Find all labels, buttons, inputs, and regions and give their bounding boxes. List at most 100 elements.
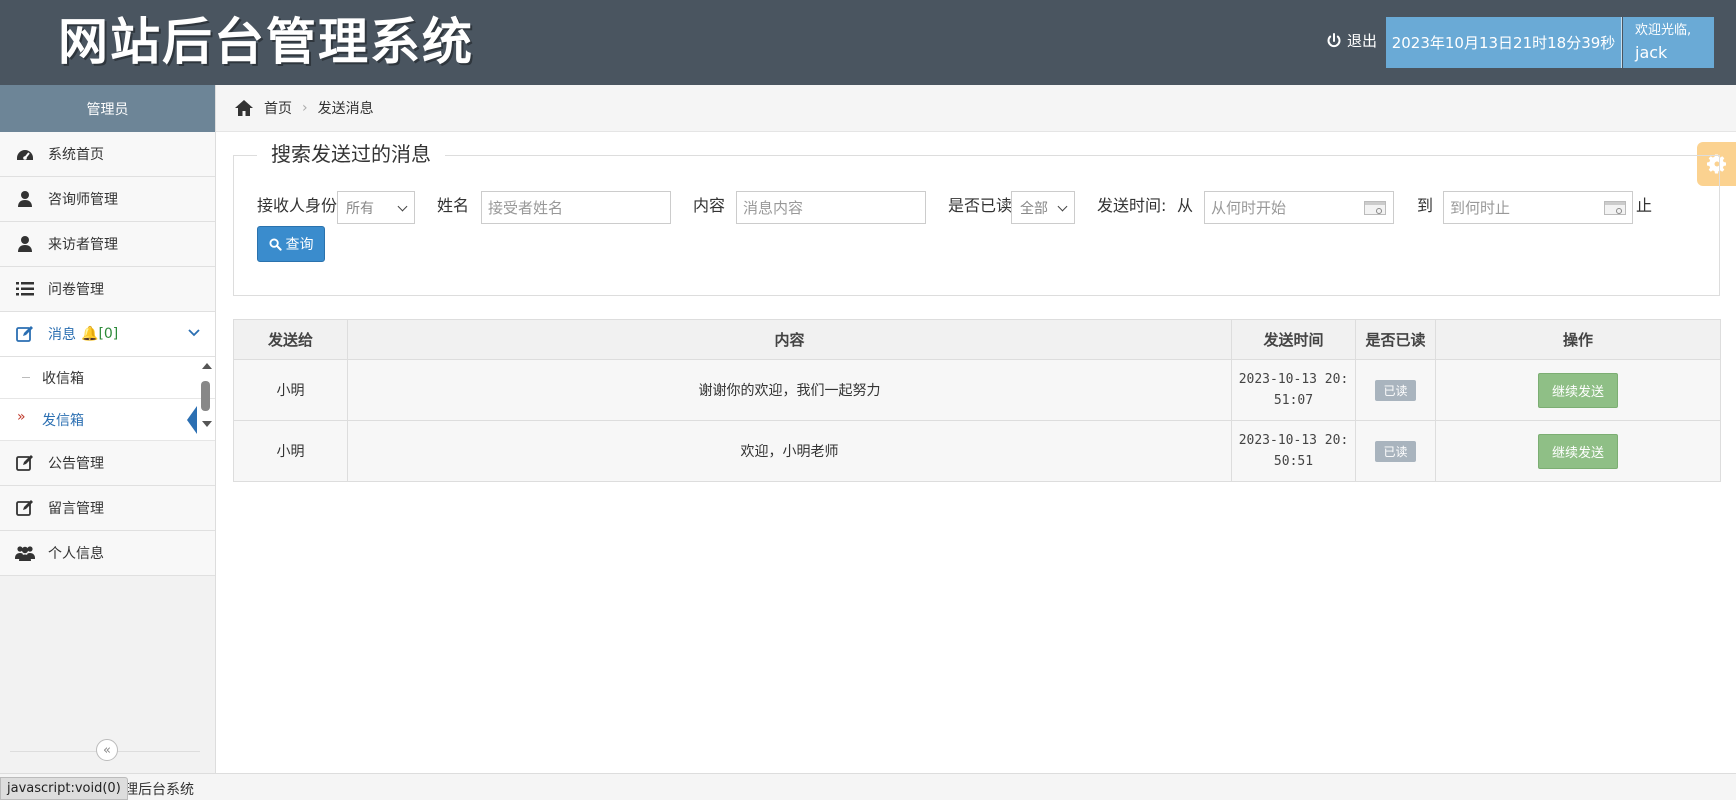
breadcrumb-home[interactable]: 首页 [264, 98, 292, 118]
recipient-type-select[interactable]: 所有 [337, 191, 415, 224]
chevron-down-icon [1057, 201, 1068, 212]
search-button[interactable]: 查询 [257, 226, 325, 262]
user-icon [14, 233, 36, 255]
sidebar-item-guestbook[interactable]: 留言管理 [0, 486, 215, 531]
sidebar-item-counselors[interactable]: 咨询师管理 [0, 177, 215, 222]
welcome-box: 欢迎光临, jack [1623, 17, 1714, 68]
from-label: 从 [1177, 196, 1194, 215]
scroll-thumb[interactable] [201, 381, 210, 411]
sidebar-item-label: 留言管理 [48, 501, 104, 517]
header: 网站后台管理系统 退出 2023年10月13日21时18分39秒 欢迎光临, j… [0, 0, 1736, 85]
sidebar-subitem-inbox[interactable]: 收信箱 [0, 357, 215, 399]
read-status-select[interactable]: 全部 [1011, 191, 1075, 224]
send-time-cell: 2023-10-13 20: 50:51 [1231, 420, 1356, 482]
scroll-down-icon[interactable] [202, 421, 212, 427]
tree-dash [22, 377, 30, 378]
browser-status-url: javascript:void(0) [0, 777, 128, 800]
home-icon [235, 100, 253, 116]
sidebar-scrollbar[interactable] [199, 363, 213, 429]
search-panel: 搜索发送过的消息 接收人身份 所有 姓名 内容 是否已读 全部 发送时间: 从 … [233, 139, 1720, 296]
sidebar-item-home[interactable]: 系统首页 [0, 132, 215, 177]
breadcrumb: 首页 › 发送消息 [216, 85, 1736, 132]
active-pointer [187, 406, 197, 434]
users-icon [14, 542, 36, 564]
sidebar: 管理员 系统首页 咨询师管理 来访者管理 问卷管理 消息 🔔 [0] 收信箱 »… [0, 85, 216, 773]
bell-icon: 🔔 [81, 326, 99, 342]
column-header: 发送给 [233, 319, 348, 360]
send-time-cell: 2023-10-13 20: 51:07 [1231, 359, 1356, 421]
send-time-label: 发送时间: [1097, 196, 1167, 215]
search-icon [268, 237, 282, 251]
logout-button[interactable]: 退出 [1326, 30, 1377, 51]
action-cell: 继续发送 [1435, 359, 1721, 421]
messages-table: 发送给 内容 发送时间 是否已读 操作 小明 谢谢你的欢迎，我们一起努力 202… [233, 319, 1721, 482]
content-label: 内容 [693, 196, 726, 215]
search-panel-title: 搜索发送过的消息 [257, 139, 445, 169]
dashboard-icon [14, 143, 36, 165]
sidebar-item-label: 问卷管理 [48, 282, 104, 298]
sidebar-subitem-label: 收信箱 [42, 370, 84, 387]
recipient-cell: 小明 [233, 420, 348, 482]
to-label: 到 [1417, 196, 1434, 215]
edit-icon [14, 452, 36, 474]
sidebar-subitem-outbox[interactable]: » 发信箱 [0, 399, 215, 441]
sidebar-title: 管理员 [0, 85, 215, 132]
read-status-cell: 已读 [1355, 359, 1436, 421]
status-badge: 已读 [1375, 440, 1416, 462]
column-header: 内容 [347, 319, 1232, 360]
column-header: 操作 [1435, 319, 1721, 360]
table-row: 小明 欢迎，小明老师 2023-10-13 20: 50:51 已读 继续发送 [233, 420, 1721, 482]
calendar-icon[interactable] [1604, 201, 1626, 215]
sidebar-item-label: 咨询师管理 [48, 192, 118, 208]
power-icon [1327, 32, 1341, 47]
sidebar-item-visitors[interactable]: 来访者管理 [0, 222, 215, 267]
chevron-down-icon [397, 201, 408, 212]
resend-button[interactable]: 继续发送 [1537, 372, 1618, 408]
recipient-cell: 小明 [233, 359, 348, 421]
calendar-icon[interactable] [1364, 201, 1386, 215]
name-label: 姓名 [437, 196, 470, 215]
sidebar-item-label: 个人信息 [48, 546, 104, 562]
end-label: 止 [1636, 196, 1653, 215]
sidebar-item-profile[interactable]: 个人信息 [0, 531, 215, 576]
search-button-label: 查询 [285, 237, 314, 253]
user-icon [14, 188, 36, 210]
table-row: 小明 谢谢你的欢迎，我们一起努力 2023-10-13 20: 51:07 已读… [233, 359, 1721, 421]
site-title: 网站后台管理系统 [58, 12, 474, 71]
current-datetime: 2023年10月13日21时18分39秒 [1386, 17, 1622, 68]
read-status-cell: 已读 [1355, 420, 1436, 482]
collapse-sidebar-button[interactable]: « [96, 739, 118, 761]
send-time-clock: 51:07 [1273, 393, 1314, 408]
content-cell: 谢谢你的欢迎，我们一起努力 [347, 359, 1232, 421]
sidebar-item-notices[interactable]: 公告管理 [0, 441, 215, 486]
double-chevron-right-icon: » [17, 409, 26, 425]
recipient-type-value: 所有 [346, 200, 374, 217]
column-header: 发送时间 [1231, 319, 1356, 360]
content-cell: 欢迎，小明老师 [347, 420, 1232, 482]
footer: 管理后台系统 [0, 773, 1736, 800]
sidebar-item-label: 公告管理 [48, 456, 104, 472]
sidebar-item-messages[interactable]: 消息 🔔 [0] [0, 312, 215, 357]
send-time-date: 2023-10-13 20: [1238, 372, 1349, 387]
resend-button[interactable]: 继续发送 [1537, 433, 1618, 469]
breadcrumb-current: 发送消息 [317, 101, 374, 117]
chevron-down-icon [187, 326, 201, 344]
breadcrumb-separator-icon: › [302, 100, 308, 116]
send-time-date: 2023-10-13 20: [1238, 433, 1349, 448]
username: jack [1635, 43, 1668, 62]
message-count-badge: [0] [98, 326, 119, 342]
status-badge: 已读 [1375, 379, 1416, 401]
list-icon [14, 278, 36, 300]
content-input[interactable] [736, 191, 926, 224]
table-header-row: 发送给 内容 发送时间 是否已读 操作 [233, 319, 1721, 360]
logout-label: 退出 [1347, 32, 1378, 50]
action-cell: 继续发送 [1435, 420, 1721, 482]
name-input[interactable] [481, 191, 671, 224]
column-header: 是否已读 [1355, 319, 1436, 360]
scroll-up-icon[interactable] [202, 363, 212, 369]
edit-icon [14, 323, 36, 345]
sidebar-item-label: 系统首页 [48, 147, 104, 163]
edit-icon [14, 497, 36, 519]
sidebar-item-surveys[interactable]: 问卷管理 [0, 267, 215, 312]
sidebar-item-label: 来访者管理 [48, 237, 118, 253]
